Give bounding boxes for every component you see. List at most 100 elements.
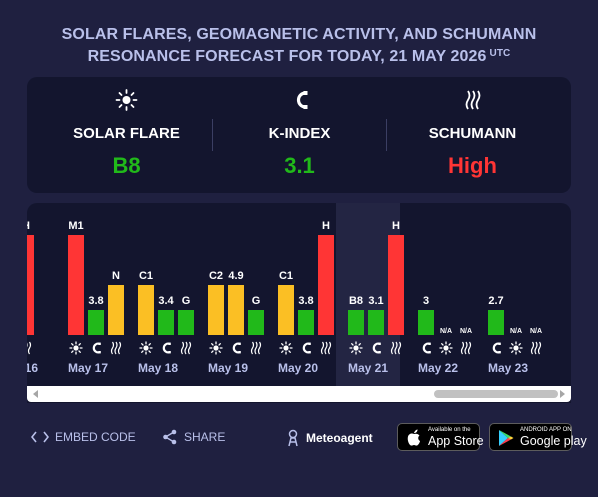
wave-line — [114, 341, 118, 355]
sun-core — [213, 345, 219, 351]
bar-value-label: 3.8 — [88, 295, 103, 307]
sun-ray — [351, 343, 354, 346]
sun-ray — [78, 350, 81, 353]
magnet-pole — [238, 351, 241, 354]
waves-icon — [27, 341, 32, 355]
k-index-label: K-INDEX — [268, 125, 331, 142]
wave-line — [187, 341, 192, 355]
magnet-pole — [98, 342, 101, 345]
bar-solar_flare — [278, 285, 294, 335]
sun-ray — [288, 350, 291, 353]
scrollbar-thumb[interactable] — [434, 390, 558, 398]
forecast-chart[interactable]: 5.9HMay 16M13.8NMay 17C13.4GMay 18C24.9G… — [27, 203, 571, 403]
sun-icon — [69, 341, 83, 355]
scroll-left-arrow-icon[interactable] — [33, 390, 38, 398]
bar-schumann — [248, 310, 264, 335]
scroll-right-arrow-icon[interactable] — [560, 390, 565, 398]
sun-ray — [518, 350, 521, 353]
bar-value-label: C1 — [279, 270, 293, 282]
wave-line — [320, 341, 325, 355]
magnet-icon — [422, 342, 431, 354]
bar-solar_flare — [68, 235, 84, 335]
wave-line — [184, 341, 188, 355]
sun-ray — [141, 350, 144, 353]
magnet-pole — [428, 342, 431, 345]
bar-value-label: H — [27, 220, 30, 232]
day-label: May 23 — [488, 361, 528, 375]
google-play-button[interactable]: ANDROID APP ON Google play — [489, 423, 587, 451]
sun-ray — [358, 343, 361, 346]
sun-ray — [281, 350, 284, 353]
bar-k-index — [368, 310, 384, 335]
title-line-2: RESONANCE FORECAST FOR TODAY, 21 MAY 202… — [0, 46, 598, 68]
magnet-pole — [238, 342, 241, 345]
sun-ray — [71, 350, 74, 353]
sun-ray — [148, 343, 151, 346]
magnet-pole — [378, 351, 381, 354]
bar-value-label: C2 — [209, 270, 223, 282]
bar-value-label: 3.1 — [368, 295, 383, 307]
bar-k-index — [488, 310, 504, 335]
bar-schumann — [108, 285, 124, 335]
sun-ray — [148, 350, 151, 353]
sun-ray — [288, 343, 291, 346]
day-label: May 16 — [27, 361, 38, 375]
bar-k-index — [158, 310, 174, 335]
bar-k-index — [298, 310, 314, 335]
sun-ray — [441, 343, 444, 346]
embed-code-label: EMBED CODE — [55, 429, 136, 444]
wave-line — [464, 341, 468, 355]
magnet-icon — [162, 342, 171, 354]
waves-icon — [530, 341, 542, 355]
day-label: May 20 — [278, 361, 318, 375]
sun-icon — [279, 341, 293, 355]
meteoagent-link[interactable]: Meteoagent — [286, 429, 373, 447]
sun-ray — [211, 350, 214, 353]
magnet-pole — [308, 342, 311, 345]
wave-line — [460, 341, 465, 355]
embed-code-button[interactable]: EMBED CODE — [31, 429, 136, 444]
wave-line — [27, 341, 32, 355]
summary-k-index: K-INDEX 3.1 — [209, 77, 390, 193]
k-index-value: 3.1 — [284, 153, 315, 178]
magnet-icon — [232, 342, 241, 354]
sun-ray — [448, 343, 451, 346]
app-store-button[interactable]: Available on the App Store — [397, 423, 484, 451]
magnet-pole — [168, 351, 171, 354]
sun-core — [513, 345, 519, 351]
bar-na-label: N/A — [530, 328, 542, 335]
sun-ray — [141, 343, 144, 346]
magnet-pole — [378, 342, 381, 345]
sun-ray — [441, 350, 444, 353]
magnet-pole — [498, 342, 501, 345]
summary-schumann: SCHUMANN High — [382, 77, 563, 193]
solar-flare-label: SOLAR FLARE — [73, 125, 180, 142]
today-summary-panel: SOLAR FLARE B8 K-INDEX 3.1 SCHUMANN High — [27, 77, 571, 193]
sun-core — [443, 345, 449, 351]
sun-ray — [518, 343, 521, 346]
summary-solar-flare: SOLAR FLARE B8 — [36, 77, 217, 193]
app-store-small-text: Available on the — [428, 427, 471, 433]
schumann-label: SCHUMANN — [428, 125, 517, 142]
wave-line — [250, 341, 255, 355]
schumann-value: High — [448, 153, 497, 178]
apple-icon — [407, 429, 420, 446]
wave-line — [257, 341, 262, 355]
chart-scrollbar[interactable] — [27, 386, 571, 402]
sun-ray — [211, 343, 214, 346]
wave-line — [117, 341, 122, 355]
sun-icon — [139, 341, 153, 355]
sun-icon — [349, 341, 363, 355]
day-label: May 19 — [208, 361, 248, 375]
app-store-label: App Store — [428, 434, 484, 448]
bar-k-index — [228, 285, 244, 335]
share-button[interactable]: SHARE — [162, 429, 225, 445]
share-label: SHARE — [184, 430, 226, 444]
waves-icon — [320, 341, 332, 355]
google-play-label: Google play — [520, 434, 587, 448]
magnet-pole — [428, 351, 431, 354]
solar-flare-value: B8 — [112, 153, 141, 178]
title-line-1: SOLAR FLARES, GEOMAGNETIC ACTIVITY, AND … — [61, 26, 537, 43]
bar-value-label: M1 — [68, 220, 83, 232]
sun-ray — [218, 343, 221, 346]
